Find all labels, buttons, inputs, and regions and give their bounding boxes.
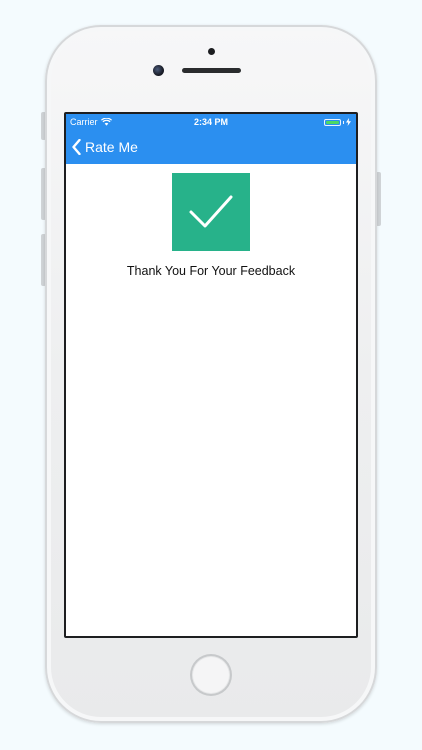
- navigation-bar: Rate Me: [66, 130, 356, 164]
- chevron-left-icon: [72, 139, 81, 155]
- screen-bezel: Carrier 2:34 PM Rate Me Thank You For Yo…: [64, 112, 358, 638]
- status-time: 2:34 PM: [193, 117, 228, 127]
- status-bar: Carrier 2:34 PM: [66, 114, 356, 130]
- success-badge: [172, 173, 250, 251]
- back-button[interactable]: Rate Me: [72, 137, 138, 157]
- bolt-icon: [346, 118, 351, 126]
- back-button-label: Rate Me: [85, 139, 138, 155]
- battery-tip: [343, 120, 344, 124]
- phone-frame: Carrier 2:34 PM Rate Me Thank You For Yo…: [45, 25, 377, 723]
- earpiece-speaker: [182, 68, 241, 73]
- app-screenshot: Carrier 2:34 PM Rate Me Thank You For Yo…: [0, 0, 422, 750]
- checkmark-icon: [189, 195, 233, 228]
- battery-indicator: [324, 118, 351, 126]
- app-screen: Carrier 2:34 PM Rate Me Thank You For Yo…: [66, 114, 356, 636]
- proximity-sensor: [208, 48, 215, 55]
- battery-level: [326, 120, 339, 124]
- feedback-message: Thank You For Your Feedback: [126, 264, 296, 278]
- front-camera-icon: [153, 65, 164, 76]
- home-button: [190, 654, 232, 696]
- battery-icon: [324, 118, 341, 126]
